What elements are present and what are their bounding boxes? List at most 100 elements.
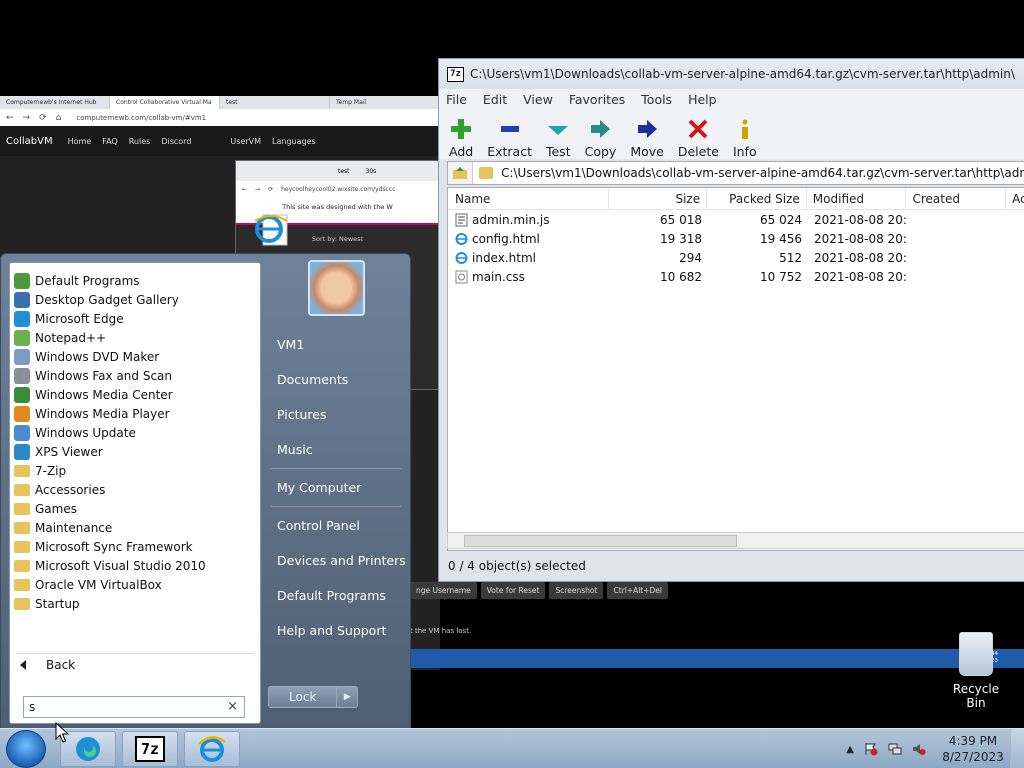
vm-tab[interactable]: Temp Mail <box>330 96 440 109</box>
program-item[interactable]: Maintenance <box>10 518 260 537</box>
menu-favorites[interactable]: Favorites <box>569 92 625 107</box>
taskbar-7zip[interactable]: 7z <box>122 731 178 767</box>
reload-icon[interactable]: ⟳ <box>39 113 47 123</box>
gadget-gallery-icon <box>14 291 30 308</box>
nav-uservm[interactable]: UserVM <box>230 137 261 146</box>
column-created[interactable]: Created <box>906 188 1007 209</box>
column-size[interactable]: Size <box>609 188 708 209</box>
program-label: Notepad++ <box>35 330 107 345</box>
program-item[interactable]: Microsoft Edge <box>10 309 260 328</box>
program-item[interactable]: Microsoft Sync Framework <box>10 537 260 556</box>
start-item-user[interactable]: VM1 <box>277 337 304 352</box>
vote-reset-button[interactable]: Vote for Reset <box>480 581 546 599</box>
start-item-documents[interactable]: Documents <box>277 372 348 387</box>
start-search-input[interactable]: s × <box>23 696 245 718</box>
up-folder-button[interactable] <box>448 162 473 184</box>
scrollbar-thumb[interactable] <box>464 535 737 547</box>
horizontal-scrollbar[interactable] <box>447 532 1024 549</box>
nav-discord[interactable]: Discord <box>161 137 191 146</box>
program-item[interactable]: Windows Fax and Scan <box>10 366 260 385</box>
program-item[interactable]: Windows Media Center <box>10 385 260 404</box>
inner-url-bar[interactable]: ← → ⟳ heycoolheycool02.wixsite.com/ydsccc <box>236 181 439 197</box>
file-row[interactable]: config.html 19 318 19 456 2021-08-08 20:… <box>448 229 1024 248</box>
clear-search-icon[interactable]: × <box>227 699 238 714</box>
extract-button[interactable]: Extract <box>487 118 532 159</box>
program-item[interactable]: Windows Media Player <box>10 404 260 423</box>
show-hidden-icons-icon[interactable]: ▲ <box>846 744 854 755</box>
back-button[interactable]: Back <box>20 658 75 672</box>
test-button[interactable]: Test <box>546 118 571 159</box>
inner-tab[interactable]: 30s <box>358 168 385 175</box>
vm-tab[interactable]: test <box>220 96 330 109</box>
menu-help[interactable]: Help <box>688 92 717 107</box>
column-modified[interactable]: Modified <box>807 188 907 209</box>
nav-languages[interactable]: Languages <box>272 137 316 146</box>
program-item[interactable]: Desktop Gadget Gallery <box>10 290 260 309</box>
column-accessed[interactable]: Ac <box>1006 188 1024 209</box>
nav-faq[interactable]: FAQ <box>102 137 118 146</box>
start-item-control-panel[interactable]: Control Panel <box>277 518 360 533</box>
lock-label[interactable]: Lock <box>269 687 338 707</box>
ctrl-alt-del-button[interactable]: Ctrl+Alt+Del <box>607 581 669 599</box>
menu-file[interactable]: File <box>446 92 467 107</box>
user-avatar[interactable] <box>308 260 365 316</box>
media-player-icon <box>14 405 30 422</box>
lock-button[interactable]: Lock ▶ <box>268 686 358 708</box>
move-button[interactable]: Move <box>630 118 664 159</box>
menu-edit[interactable]: Edit <box>483 92 507 107</box>
taskbar: 7z ▲ 4:39 PM 8/27/2023 <box>0 728 1024 768</box>
menu-tools[interactable]: Tools <box>641 92 672 107</box>
network-icon[interactable] <box>888 742 902 756</box>
back-arrow-icon[interactable]: ← <box>6 113 14 123</box>
nav-home[interactable]: Home <box>68 137 92 146</box>
recycle-bin[interactable]: Recycle Bin <box>944 632 1008 710</box>
change-username-button[interactable]: nge Username <box>410 581 477 599</box>
taskbar-internet-explorer[interactable] <box>184 731 240 767</box>
start-item-my-computer[interactable]: My Computer <box>277 480 361 495</box>
start-item-help-support[interactable]: Help and Support <box>277 623 386 638</box>
start-item-devices-printers[interactable]: Devices and Printers <box>277 553 406 568</box>
file-row[interactable]: main.css 10 682 10 752 2021-08-08 20:11 <box>448 267 1024 286</box>
info-button[interactable]: Info <box>733 118 757 159</box>
vm-tab[interactable]: Computernewb's Internet Hub <box>0 96 110 109</box>
vm-tab-active[interactable]: Control Collaborative Virtual Ma <box>110 96 220 109</box>
column-name[interactable]: Name <box>448 188 610 209</box>
program-item[interactable]: 7-Zip <box>10 461 260 480</box>
screenshot-button[interactable]: Screenshot <box>549 581 604 599</box>
program-item[interactable]: Notepad++ <box>10 328 260 347</box>
program-item[interactable]: Windows DVD Maker <box>10 347 260 366</box>
inner-tab[interactable]: test <box>330 168 358 175</box>
action-center-flag-icon[interactable] <box>864 742 878 756</box>
file-row[interactable]: index.html 294 512 2021-08-08 20:11 <box>448 248 1024 267</box>
program-item[interactable]: Microsoft Visual Studio 2010 <box>10 556 260 575</box>
start-menu: Default Programs Desktop Gadget Gallery Mi… <box>0 253 411 729</box>
program-item[interactable]: XPS Viewer <box>10 442 260 461</box>
start-item-pictures[interactable]: Pictures <box>277 407 327 422</box>
forward-arrow-icon[interactable]: → <box>23 113 31 123</box>
program-item[interactable]: Games <box>10 499 260 518</box>
start-item-default-programs[interactable]: Default Programs <box>277 588 386 603</box>
program-item[interactable]: Startup <box>10 594 260 613</box>
volume-muted-icon[interactable] <box>912 742 926 756</box>
program-item[interactable]: Accessories <box>10 480 260 499</box>
delete-button[interactable]: Delete <box>678 118 719 159</box>
start-button[interactable] <box>6 730 46 768</box>
column-packed-size[interactable]: Packed Size <box>707 188 807 209</box>
power-options-arrow-icon[interactable]: ▶ <box>337 687 357 707</box>
file-row[interactable]: admin.min.js 65 018 65 024 2021-08-08 20… <box>448 210 1024 229</box>
start-item-music[interactable]: Music <box>277 442 313 457</box>
add-button[interactable]: Add <box>449 118 473 159</box>
menu-view[interactable]: View <box>523 92 553 107</box>
program-item[interactable]: Oracle VM VirtualBox <box>10 575 260 594</box>
program-item[interactable]: Default Programs <box>10 271 260 290</box>
home-icon[interactable]: ⌂ <box>56 113 62 123</box>
vm-url-bar[interactable]: ← → ⟳ ⌂ computernewb.com/collab-vm/#vm1 <box>0 109 440 126</box>
taskbar-clock[interactable]: 4:39 PM 8/27/2023 <box>936 733 1010 765</box>
nav-rules[interactable]: Rules <box>129 137 151 146</box>
7zip-title-bar[interactable]: 7z C:\Users\vm1\Downloads\collab-vm-serv… <box>439 59 1024 89</box>
copy-button[interactable]: Copy <box>585 118 616 159</box>
collabvm-brand[interactable]: CollabVM <box>6 136 53 147</box>
show-desktop-button[interactable] <box>1010 729 1024 768</box>
7zip-address-bar[interactable]: C:\Users\vm1\Downloads\collab-vm-server-… <box>447 161 1024 185</box>
program-item[interactable]: Windows Update <box>10 423 260 442</box>
